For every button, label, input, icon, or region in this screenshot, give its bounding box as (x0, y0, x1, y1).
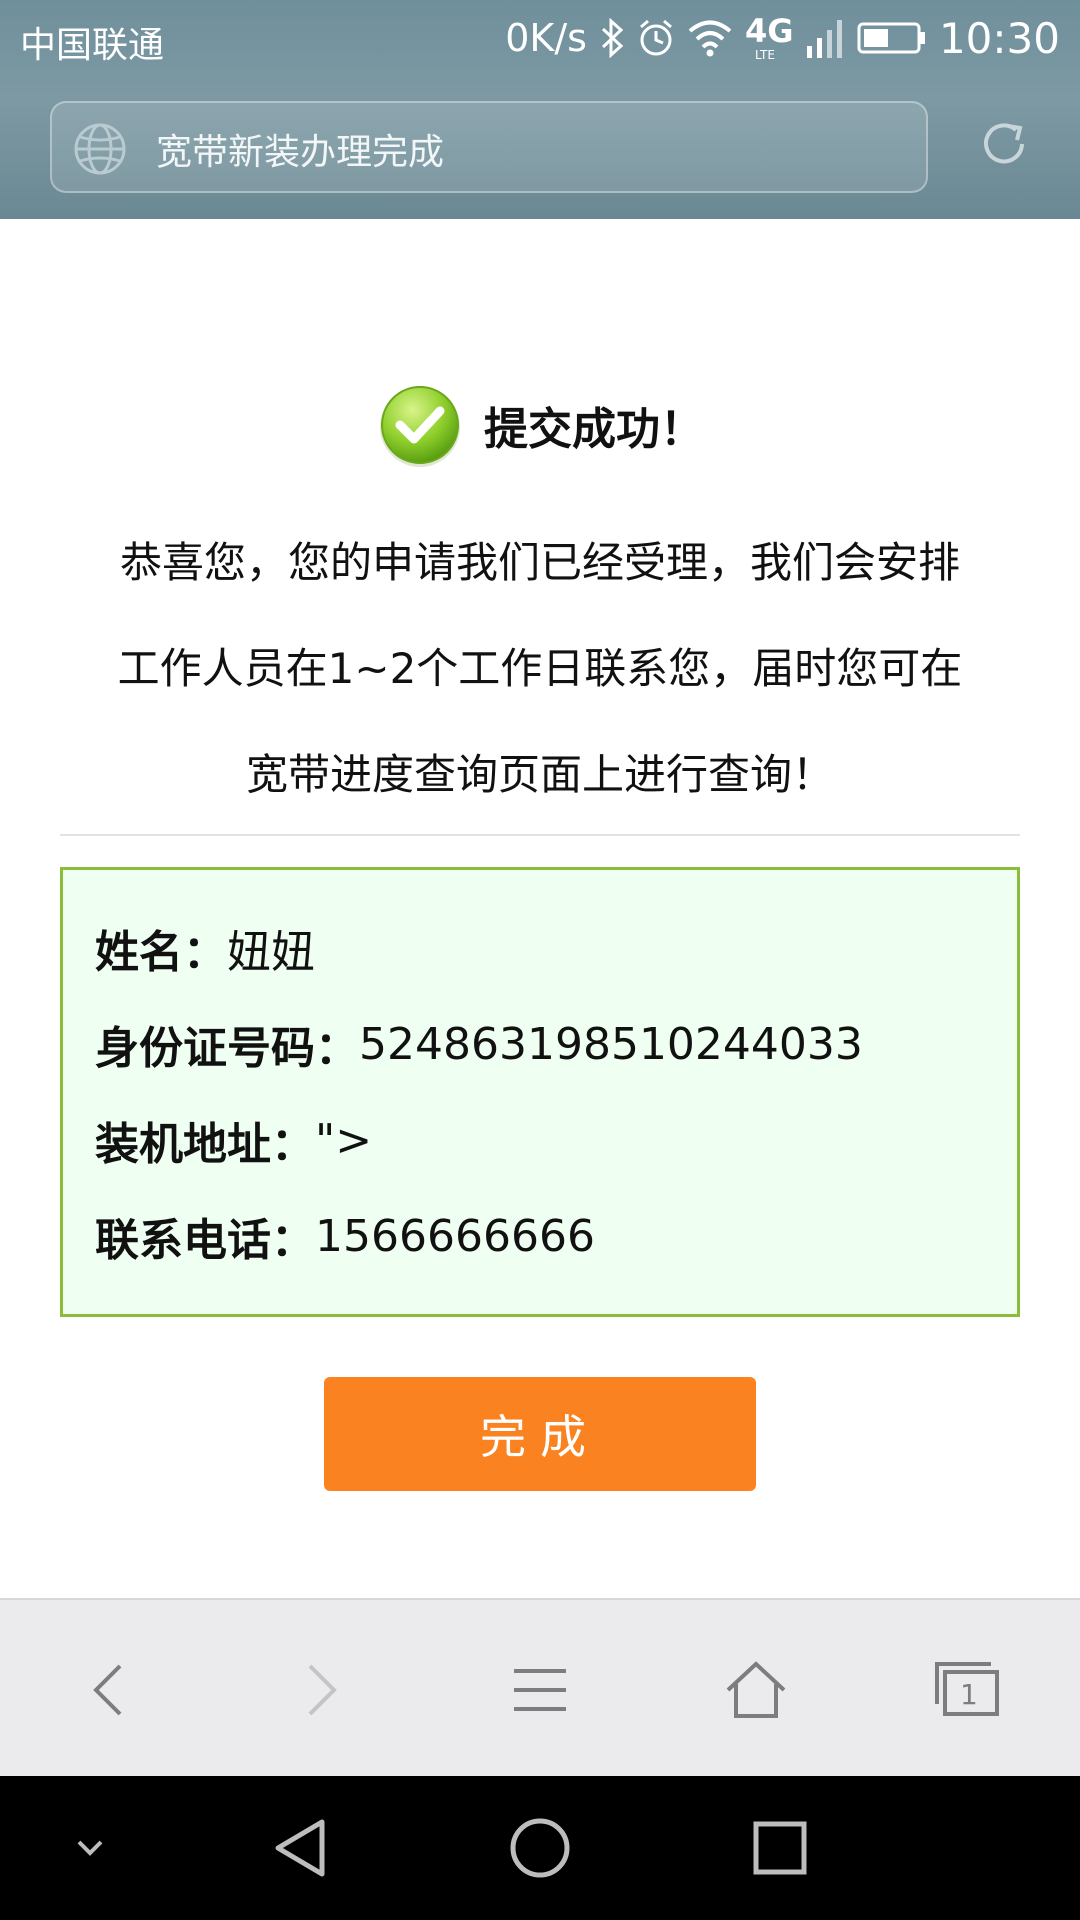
phone-value: 1566666666 (315, 1210, 595, 1262)
forward-button[interactable] (282, 1650, 362, 1730)
bluetooth-icon (601, 18, 624, 58)
info-row-id: 身份证号码： 524863198510244033 (95, 996, 1017, 1092)
message-line: 恭喜您，您的申请我们已经受理，我们会安排 (119, 538, 960, 587)
info-row-phone: 联系电话： 1566666666 (95, 1188, 1017, 1284)
network-type-label: 4G (744, 12, 794, 50)
globe-icon (74, 123, 126, 175)
browser-header: 中国联通 0K/s 4G LTE 10:30 宽带新装办理完成 (0, 0, 1080, 219)
home-icon (726, 1661, 786, 1718)
application-info-box: 姓名： 妞妞 身份证号码： 524863198510244033 装机地址： "… (60, 867, 1020, 1317)
screen: 中国联通 0K/s 4G LTE 10:30 宽带新装办理完成 提交成功！ 恭喜… (0, 0, 1080, 1920)
menu-icon (514, 1669, 566, 1711)
triangle-back-icon (275, 1819, 325, 1877)
done-button[interactable]: 完成 (324, 1377, 756, 1491)
hide-keyboard-button[interactable] (50, 1808, 130, 1888)
menu-button[interactable] (500, 1650, 580, 1730)
address-value: "> (315, 1114, 373, 1166)
success-title: 提交成功！ (484, 404, 704, 455)
back-button[interactable] (68, 1650, 148, 1730)
system-navigation-bar (0, 1776, 1080, 1920)
name-value: 妞妞 (227, 927, 315, 978)
browser-toolbar: 1 (0, 1598, 1080, 1776)
address-label: 装机地址： (95, 1119, 315, 1170)
network-type: 4G LTE (744, 12, 794, 62)
home-button[interactable] (716, 1650, 796, 1730)
message-line: 宽带进度查询页面上进行查询！ (245, 750, 834, 799)
name-label: 姓名： (95, 927, 227, 978)
wifi-icon (688, 20, 732, 57)
id-label: 身份证号码： (95, 1023, 359, 1074)
info-row-name: 姓名： 妞妞 (95, 900, 1017, 996)
system-back-button[interactable] (260, 1808, 340, 1888)
net-speed: 0K/s (505, 16, 587, 60)
circle-home-icon (510, 1818, 570, 1878)
square-recents-icon (753, 1821, 807, 1875)
info-row-address: 装机地址： "> (95, 1092, 1017, 1188)
carrier-name: 中国联通 (20, 25, 165, 66)
divider (60, 834, 1020, 836)
id-value: 524863198510244033 (359, 1018, 863, 1070)
chevron-down-icon (77, 1840, 103, 1856)
battery-icon (857, 22, 925, 54)
tab-count: 1 (960, 1678, 978, 1711)
system-recents-button[interactable] (740, 1808, 820, 1888)
alarm-icon (639, 19, 672, 56)
phone-label: 联系电话： (95, 1215, 315, 1266)
tabs-button[interactable]: 1 (926, 1650, 1010, 1730)
address-bar[interactable]: 宽带新装办理完成 (50, 101, 928, 193)
signal-icon (806, 20, 842, 58)
status-icons: 0K/s 4G LTE 10:30 (505, 12, 1060, 63)
message-line: 工作人员在1~2个工作日联系您，届时您可在 (117, 644, 963, 693)
chevron-left-icon (93, 1664, 122, 1716)
chevron-right-icon (308, 1664, 337, 1716)
system-home-button[interactable] (500, 1808, 580, 1888)
refresh-icon[interactable] (978, 118, 1030, 170)
success-message: 恭喜您，您的申请我们已经受理，我们会安排 工作人员在1~2个工作日联系您，届时您… (58, 510, 1022, 828)
network-sub-label: LTE (754, 48, 775, 62)
success-check-icon (380, 386, 460, 467)
status-bar: 中国联通 0K/s 4G LTE 10:30 (0, 0, 1080, 78)
success-heading: 提交成功！ (0, 380, 1080, 470)
clock: 10:30 (938, 13, 1060, 63)
page-title: 宽带新装办理完成 (156, 132, 445, 173)
